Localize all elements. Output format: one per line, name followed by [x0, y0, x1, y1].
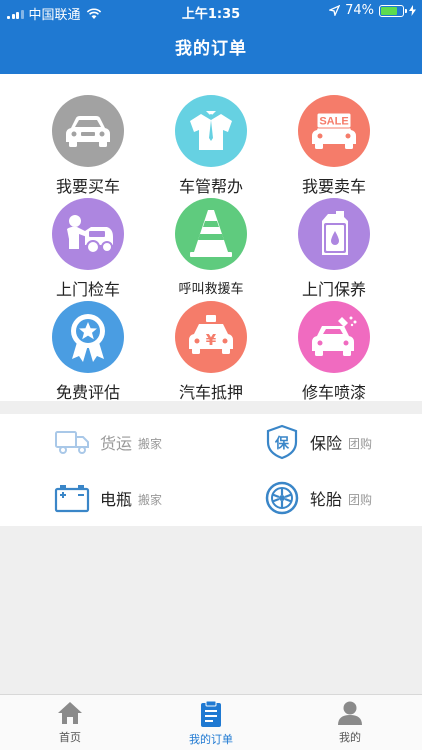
charging-bolt-icon: [409, 5, 416, 16]
mechanic-icon: [67, 215, 113, 254]
battery-percent: 74%: [345, 3, 374, 18]
service-car-mortgage[interactable]: ¥ 汽车抵押: [141, 301, 281, 403]
tab-my-orders[interactable]: 我的订单: [161, 700, 261, 747]
service-vehicle-agent[interactable]: 车管帮办: [141, 95, 281, 197]
car-icon: [66, 116, 110, 147]
secondary-tag: 团购: [348, 493, 373, 507]
service-circle: [52, 198, 124, 270]
service-onsite-maintenance[interactable]: 上门保养: [264, 198, 404, 300]
status-bar: 中国联通 上午1:35 74%: [0, 0, 422, 23]
spray-car-icon: [312, 316, 357, 356]
tab-home[interactable]: 首页: [20, 700, 120, 745]
service-circle: ¥: [175, 301, 247, 373]
service-label: 我要卖车: [301, 177, 366, 196]
service-label: 呼叫救援车: [178, 282, 244, 297]
service-call-rescue[interactable]: 呼叫救援车: [141, 198, 281, 297]
service-repair-paint[interactable]: 修车喷漆: [264, 301, 404, 403]
secondary-services: 货运 搬家 保 保险 团购 电瓶 搬家 轮胎 团购: [0, 414, 422, 526]
secondary-battery[interactable]: 电瓶 搬家: [54, 480, 162, 516]
service-label: 我要买车: [55, 177, 120, 196]
tab-label: 我的: [339, 731, 361, 744]
truck-icon: [55, 431, 89, 454]
service-label: 免费评估: [55, 383, 120, 402]
battery-icon: [54, 485, 90, 513]
secondary-tag: 搬家: [138, 493, 163, 507]
secondary-freight[interactable]: 货运 搬家: [54, 424, 162, 460]
svg-text:保: 保: [274, 435, 290, 452]
secondary-name: 电瓶: [100, 490, 133, 509]
service-grid: 我要买车 车管帮办 SALE 我要卖车 上门检车 呼叫救援车 上门保养 免费评估…: [0, 74, 422, 403]
traffic-cone-icon: [190, 210, 232, 257]
secondary-tag: 搬家: [138, 437, 163, 451]
oil-can-icon: [322, 211, 348, 255]
service-circle: [52, 301, 124, 373]
svg-text:¥: ¥: [206, 331, 217, 349]
service-label: 修车喷漆: [301, 383, 366, 402]
tab-bar: 首页 我的订单 我的: [0, 694, 422, 750]
page-title: 我的订单: [175, 39, 247, 59]
tab-label: 我的订单: [189, 733, 233, 746]
header: 中国联通 上午1:35 74% 我的订单: [0, 0, 422, 74]
service-label: 上门检车: [55, 280, 120, 299]
sale-car-icon: SALE: [312, 112, 356, 149]
secondary-name: 轮胎: [310, 490, 343, 509]
service-label: 汽车抵押: [178, 383, 243, 402]
tab-profile[interactable]: 我的: [300, 700, 400, 745]
service-circle: [52, 95, 124, 167]
tire-icon: [265, 481, 299, 515]
insurance-shield-icon: 保: [266, 424, 298, 460]
service-onsite-inspection[interactable]: 上门检车: [18, 198, 158, 300]
shirt-icon: [190, 111, 232, 150]
location-arrow-icon: [329, 5, 341, 16]
service-label: 车管帮办: [178, 177, 243, 196]
home-icon: [58, 702, 82, 724]
award-ribbon-icon: [71, 314, 105, 362]
battery-icon: [379, 4, 407, 17]
tab-label: 首页: [59, 731, 81, 744]
service-circle: SALE: [298, 95, 370, 167]
user-icon: [338, 701, 362, 725]
secondary-name: 货运: [100, 434, 133, 453]
service-circle: [298, 301, 370, 373]
battery-fill: [381, 6, 397, 15]
secondary-tag: 团购: [348, 437, 373, 451]
svg-text:SALE: SALE: [319, 116, 348, 128]
yuan-car-icon: ¥: [189, 315, 233, 354]
service-label: 上门保养: [301, 280, 366, 299]
service-circle: [175, 95, 247, 167]
service-circle: [175, 198, 247, 270]
service-buy-car[interactable]: 我要买车: [18, 95, 158, 197]
secondary-name: 保险: [310, 434, 343, 453]
service-sell-car[interactable]: SALE 我要卖车: [264, 95, 404, 197]
order-clipboard-icon: [201, 700, 221, 727]
secondary-tire[interactable]: 轮胎 团购: [264, 480, 372, 516]
secondary-insurance[interactable]: 保 保险 团购: [264, 424, 372, 460]
service-free-appraisal[interactable]: 免费评估: [18, 301, 158, 403]
service-circle: [298, 198, 370, 270]
